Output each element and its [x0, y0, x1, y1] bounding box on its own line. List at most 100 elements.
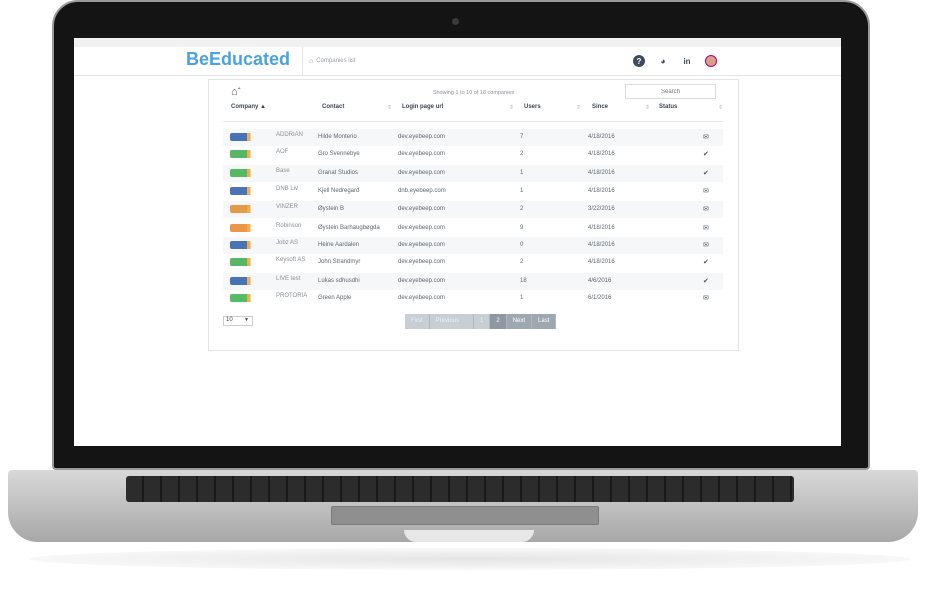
header-toolbar: ? ◕ in [633, 55, 717, 67]
envelope-icon[interactable]: ✉ [703, 224, 709, 232]
company-name[interactable]: LIVE test [276, 276, 300, 282]
user-count: 1 [520, 188, 524, 194]
table-row[interactable]: Jobz AS Heine Aardalen dev.eyebeep.com 0 4/1… [223, 237, 723, 254]
company-name[interactable]: Base [276, 168, 290, 174]
column-header-since[interactable]: Since [592, 104, 608, 110]
table-row[interactable]: LIVE test Lukas sdhusdhi dev.eyebeep.com 18… [223, 273, 723, 290]
sort-icon: ⇕ [718, 105, 724, 111]
checkmark-icon[interactable]: ✔ [703, 150, 709, 158]
envelope-icon[interactable]: ✉ [703, 205, 709, 213]
checkmark-icon[interactable]: ✔ [703, 258, 709, 266]
webcam [452, 18, 459, 25]
login-url[interactable]: dev.eyebeep.com [398, 278, 445, 284]
pie-chart-icon[interactable]: ◕ [657, 55, 669, 67]
company-logo [230, 187, 254, 195]
company-name[interactable]: DNB Liv [276, 186, 298, 192]
column-header-status[interactable]: Status [659, 104, 677, 110]
column-header-users[interactable]: Users [524, 104, 541, 110]
login-url[interactable]: dev.eyebeep.com [398, 206, 445, 212]
login-url[interactable]: dev.eyebeep.com [398, 151, 445, 157]
company-name[interactable]: VINZER [276, 204, 298, 210]
chevron-down-icon: ▼ [244, 317, 249, 323]
since-date: 6/1/2016 [588, 295, 612, 301]
pagination: First Previous 1 2 Next Last [405, 314, 557, 329]
since-date: 4/18/2016 [588, 188, 615, 194]
login-url[interactable]: dev.eyebeep.com [398, 134, 445, 140]
breadcrumb-label[interactable]: Companies list [316, 58, 355, 64]
envelope-icon[interactable]: ✉ [703, 241, 709, 249]
table-row[interactable]: DNB Liv Kjell Nedregard dnb.eyebeep.com 1 4/… [223, 183, 723, 200]
first-page-button[interactable]: First [405, 314, 430, 329]
since-date: 3/22/2016 [588, 206, 615, 212]
user-count: 1 [520, 170, 524, 176]
app-header: BeEducated ⌂ Companies list ? ◕ in [74, 47, 841, 76]
column-header-company[interactable]: Company ▲ [231, 104, 266, 110]
next-page-button[interactable]: Next [506, 314, 533, 329]
company-name[interactable]: Robinson [276, 223, 301, 229]
table-row[interactable]: PROTORIA Green Apple dev.eyebeep.com 1 6/1/2… [223, 290, 723, 307]
login-url[interactable]: dev.eyebeep.com [398, 259, 445, 265]
company-logo [230, 133, 254, 141]
since-date: 4/18/2016 [588, 259, 615, 265]
login-url[interactable]: dev.eyebeep.com [398, 242, 445, 248]
company-logo [230, 150, 254, 158]
company-name[interactable]: PROTORIA [276, 293, 307, 299]
company-logo [230, 277, 254, 285]
login-url[interactable]: dnb.eyebeep.com [398, 188, 446, 194]
company-logo [230, 241, 254, 249]
contact-name: Øystein B [318, 206, 345, 212]
login-url[interactable]: dev.eyebeep.com [398, 225, 445, 231]
checkmark-icon[interactable]: ✔ [703, 169, 709, 177]
login-url[interactable]: dev.eyebeep.com [398, 170, 445, 176]
user-count: 18 [520, 278, 527, 284]
envelope-icon[interactable]: ✉ [703, 187, 709, 195]
avatar-button[interactable] [705, 55, 717, 67]
app-screen: BeEducated ⌂ Companies list ? ◕ in ⌂+ Sh… [74, 38, 841, 446]
home-icon[interactable]: ⌂ [309, 58, 313, 65]
since-date: 4/18/2016 [588, 134, 615, 140]
contact-name: John Strandmyr [318, 259, 361, 265]
user-count: 1 [520, 295, 524, 301]
trackpad [331, 506, 599, 525]
table-row[interactable]: Robinson Øystein Barhaugbøgda dev.eyebeep.… [223, 220, 723, 237]
app-logo[interactable]: BeEducated [186, 49, 290, 70]
user-count: 2 [520, 259, 524, 265]
envelope-icon[interactable]: ✉ [703, 133, 709, 141]
help-icon[interactable]: ? [633, 55, 645, 67]
company-logo [230, 294, 254, 302]
envelope-icon[interactable]: ✉ [703, 294, 709, 302]
table-row[interactable]: Keysoft AS John Strandmyr dev.eyebeep.com 2… [223, 254, 723, 271]
column-header-login-url[interactable]: Login page url [402, 104, 443, 110]
previous-page-button[interactable]: Previous [429, 314, 475, 329]
user-count: 2 [520, 151, 524, 157]
linkedin-icon[interactable]: in [681, 55, 693, 67]
user-count: 9 [520, 225, 524, 231]
laptop-shadow [30, 548, 910, 570]
last-page-button[interactable]: Last [532, 314, 557, 329]
page-2-button[interactable]: 2 [490, 314, 507, 329]
company-logo [230, 205, 254, 213]
contact-name: Granat Studios [318, 170, 359, 176]
sort-icon: ⇕ [387, 105, 393, 111]
table-row[interactable]: Base Granat Studios dev.eyebeep.com 1 4/18/2… [223, 165, 723, 182]
contact-name: Green Apple [318, 295, 352, 301]
company-name[interactable]: Keysoft AS [276, 257, 305, 263]
page-1-button[interactable]: 1 [474, 314, 491, 329]
search-input[interactable] [625, 84, 716, 99]
contact-name: Lukas sdhusdhi [318, 278, 360, 284]
table-row[interactable]: AOF Gro Svennebye dev.eyebeep.com 2 4/18/201… [223, 146, 723, 163]
breadcrumb: ⌂ Companies list [302, 47, 356, 75]
sort-asc-icon: ▲ [260, 104, 266, 110]
user-count: 0 [520, 242, 524, 248]
company-name[interactable]: ADDRIAN [276, 132, 303, 138]
user-count: 2 [520, 206, 524, 212]
table-row[interactable]: ADDRIAN Hilde Monterio dev.eyebeep.com 7 4/1… [223, 129, 723, 146]
column-header-contact[interactable]: Contact [322, 104, 344, 110]
sort-icon: ⇕ [576, 105, 582, 111]
company-name[interactable]: AOF [276, 149, 288, 155]
table-row[interactable]: VINZER Øystein B dev.eyebeep.com 2 3/22/2016… [223, 201, 723, 218]
page-size-select[interactable]: 10 ▼ [223, 316, 253, 326]
login-url[interactable]: dev.eyebeep.com [398, 295, 445, 301]
company-name[interactable]: Jobz AS [276, 240, 298, 246]
checkmark-icon[interactable]: ✔ [703, 277, 709, 285]
